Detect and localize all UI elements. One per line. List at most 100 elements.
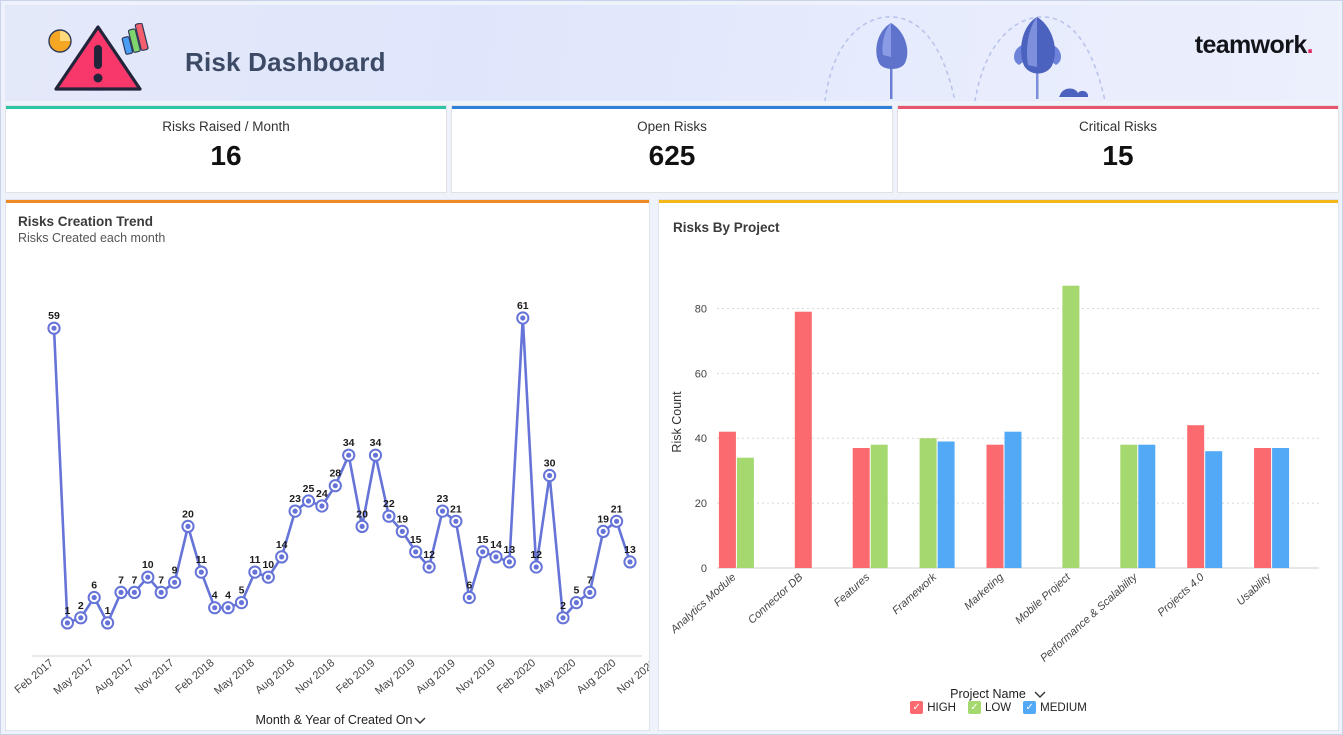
bar[interactable] xyxy=(986,444,1004,568)
page-title: Risk Dashboard xyxy=(185,47,386,77)
panels-row: Risks Creation Trend Risks Created each … xyxy=(5,199,1339,731)
bar[interactable] xyxy=(718,431,736,568)
x-tick-label: Feb 2017 xyxy=(13,657,56,696)
x-tick-label: Connector DB xyxy=(746,571,805,626)
y-tick-label: 60 xyxy=(695,368,707,380)
data-point-core xyxy=(426,564,432,570)
kpi-label: Open Risks xyxy=(637,119,707,134)
bar[interactable] xyxy=(852,448,870,568)
line-series xyxy=(52,316,632,625)
data-point-core xyxy=(185,523,191,529)
x-tick-label: Feb 2019 xyxy=(334,657,377,696)
y-tick-label: 20 xyxy=(695,498,707,510)
x-tick-text: Marketing xyxy=(962,571,1007,613)
x-tick-label: Nov 2017 xyxy=(133,657,177,696)
data-point-core xyxy=(158,589,164,595)
data-point-label: 19 xyxy=(396,513,408,525)
data-point-label: 6 xyxy=(466,580,472,592)
x-tick-label: Feb 2020 xyxy=(495,657,538,696)
dashboard-header: Risk Dashboard teamwork. xyxy=(5,5,1339,101)
data-point-core xyxy=(520,315,526,321)
data-point-core xyxy=(372,452,379,458)
data-point-core xyxy=(386,513,392,519)
bar[interactable] xyxy=(1062,285,1080,568)
legend-item-low[interactable]: ✓ LOW xyxy=(967,701,1012,714)
data-point-core xyxy=(533,564,539,570)
legend-swatch-medium: ✓ xyxy=(1023,701,1037,714)
x-tick-label: Usability xyxy=(1235,570,1275,608)
bar[interactable] xyxy=(919,438,937,568)
legend-item-medium[interactable]: ✓ MEDIUM xyxy=(1023,701,1087,714)
x-tick-label: Nov 2018 xyxy=(293,657,337,696)
chevron-down-icon[interactable] xyxy=(1034,691,1046,698)
data-point-label: 22 xyxy=(383,498,395,510)
data-point-label: 21 xyxy=(611,503,623,515)
data-point-label: 9 xyxy=(172,564,178,576)
bar[interactable] xyxy=(794,311,812,568)
data-point-core xyxy=(238,600,245,606)
data-point-label: 11 xyxy=(196,554,207,566)
data-point-label: 23 xyxy=(289,493,301,505)
data-point-label: 14 xyxy=(276,539,288,551)
panel-title: Risks Creation Trend xyxy=(18,214,154,229)
bar[interactable] xyxy=(937,441,955,569)
bar[interactable] xyxy=(1138,444,1156,568)
x-tick-text: Feb 2020 xyxy=(495,657,538,696)
data-point-label: 7 xyxy=(131,574,137,586)
bar-chart-legend: ✓ HIGH ✓ LOW ✓ MEDIUM xyxy=(659,701,1338,714)
legend-item-high[interactable]: ✓ HIGH xyxy=(910,701,956,714)
bar[interactable] xyxy=(1205,451,1223,568)
x-tick-text: Nov 2017 xyxy=(133,657,177,696)
data-point-label: 20 xyxy=(356,508,368,520)
bar[interactable] xyxy=(870,444,888,568)
data-point-label: 6 xyxy=(91,580,97,592)
chevron-down-icon[interactable] xyxy=(414,717,426,724)
x-tick-text: Aug 2019 xyxy=(414,657,458,696)
legend-label: LOW xyxy=(984,701,1012,714)
data-point-label: 13 xyxy=(504,544,516,556)
kpi-card-risks-raised-per-month[interactable]: Risks Raised / Month 16 xyxy=(5,105,447,193)
x-tick-label: Projects 4.0 xyxy=(1156,571,1208,619)
bar[interactable] xyxy=(1254,448,1272,568)
data-point-label: 5 xyxy=(239,585,245,597)
data-point-core xyxy=(627,559,633,565)
line-chart[interactable]: 591 2617 7107920114 4 511 10142325 24283420342… xyxy=(6,256,649,726)
kpi-accent-bar xyxy=(6,106,446,109)
y-tick-label: 80 xyxy=(695,303,707,315)
kpi-card-open-risks[interactable]: Open Risks 625 xyxy=(451,105,893,193)
data-point-label: 30 xyxy=(544,458,556,470)
panel-title: Risks By Project xyxy=(673,220,780,235)
dashboard-page: Risk Dashboard teamwork. Risks Raised / … xyxy=(0,0,1343,735)
bar[interactable] xyxy=(1004,431,1022,568)
bar-chart[interactable]: 0 20 40 60 80 Risk Count Analytics Module Conne… xyxy=(659,246,1338,716)
data-point-core xyxy=(212,605,218,611)
x-tick-text: Features xyxy=(832,571,873,609)
data-point-label: 1 xyxy=(64,605,70,617)
x-tick-label: Aug 2019 xyxy=(414,657,458,696)
x-tick-text: May 2017 xyxy=(51,657,96,697)
x-tick-text: Feb 2018 xyxy=(173,657,216,696)
data-point-label: 19 xyxy=(597,513,609,525)
x-tick-text: Nov 2018 xyxy=(293,657,337,696)
data-point-core xyxy=(91,594,97,601)
x-axis-title: Project Name xyxy=(950,687,1026,701)
x-tick-text: Aug 2018 xyxy=(253,657,297,696)
x-tick-label: Features xyxy=(832,571,873,609)
kpi-accent-bar xyxy=(898,106,1338,109)
data-point-core xyxy=(600,528,606,534)
bar[interactable] xyxy=(1272,448,1290,568)
data-point-core xyxy=(359,523,365,529)
data-point-core xyxy=(105,620,111,626)
data-point-core xyxy=(279,554,285,560)
kpi-card-critical-risks[interactable]: Critical Risks 15 xyxy=(897,105,1339,193)
bar[interactable] xyxy=(736,457,754,568)
x-tick-text: May 2020 xyxy=(534,657,579,697)
data-point-core xyxy=(51,325,57,331)
data-point-core xyxy=(493,554,499,560)
data-point-label: 28 xyxy=(329,468,341,480)
data-point-core xyxy=(346,452,352,458)
pie-chart-icon xyxy=(48,29,72,53)
bar[interactable] xyxy=(1187,425,1205,568)
kpi-label: Risks Raised / Month xyxy=(162,119,290,134)
bar[interactable] xyxy=(1120,444,1138,568)
